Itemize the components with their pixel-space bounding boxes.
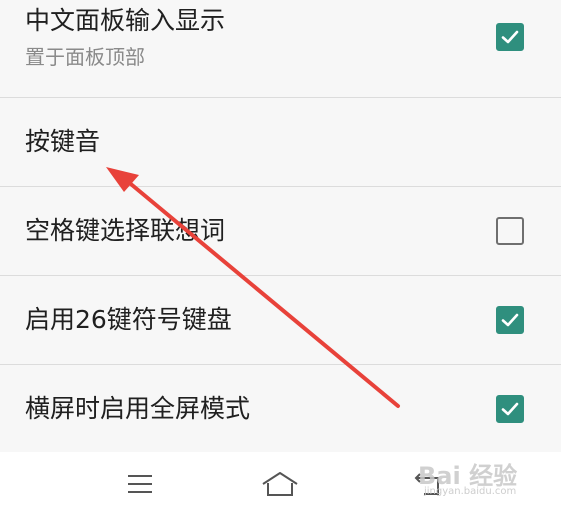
menu-icon bbox=[128, 475, 152, 493]
checkbox-checked[interactable] bbox=[496, 23, 524, 51]
setting-title: 启用26键符号键盘 bbox=[25, 305, 232, 334]
settings-list: 中文面板输入显示 置于面板顶部 按键音 空格键选择联想词 启用26键符号键盘 横… bbox=[0, 0, 561, 453]
check-icon bbox=[501, 313, 519, 327]
setting-subtitle: 置于面板顶部 bbox=[25, 45, 145, 69]
check-icon bbox=[501, 30, 519, 44]
setting-row-space-select-association[interactable]: 空格键选择联想词 bbox=[0, 187, 561, 276]
setting-title: 横屏时启用全屏模式 bbox=[25, 394, 251, 423]
checkbox-checked[interactable] bbox=[496, 395, 524, 423]
setting-title: 按键音 bbox=[25, 127, 101, 156]
home-button[interactable] bbox=[240, 452, 320, 514]
home-icon bbox=[262, 472, 298, 496]
setting-title: 中文面板输入显示 bbox=[25, 6, 226, 35]
setting-row-chinese-panel-display[interactable]: 中文面板输入显示 置于面板顶部 bbox=[0, 0, 561, 98]
setting-row-key-sound[interactable]: 按键音 bbox=[0, 98, 561, 187]
back-icon bbox=[414, 473, 439, 495]
menu-button[interactable] bbox=[100, 452, 180, 514]
checkbox-checked[interactable] bbox=[496, 306, 524, 334]
setting-row-26-key-symbol-keyboard[interactable]: 启用26键符号键盘 bbox=[0, 276, 561, 365]
back-button[interactable] bbox=[392, 452, 472, 514]
check-icon bbox=[501, 402, 519, 416]
navigation-bar bbox=[0, 452, 561, 514]
settings-screen: 中文面板输入显示 置于面板顶部 按键音 空格键选择联想词 启用26键符号键盘 横… bbox=[0, 0, 561, 514]
checkbox-unchecked[interactable] bbox=[496, 217, 524, 245]
setting-row-landscape-fullscreen[interactable]: 横屏时启用全屏模式 bbox=[0, 365, 561, 453]
setting-title: 空格键选择联想词 bbox=[25, 216, 226, 245]
